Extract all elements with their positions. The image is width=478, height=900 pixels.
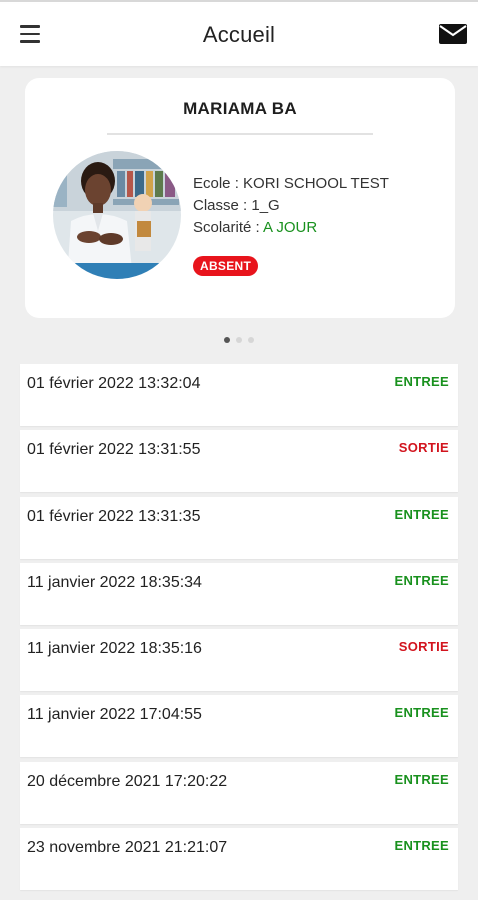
attendance-status: ENTREE: [394, 374, 449, 389]
attendance-date: 01 février 2022 13:32:04: [27, 375, 201, 392]
app-bar: Accueil: [0, 4, 478, 66]
attendance-row[interactable]: 11 janvier 2022 17:04:55 ENTREE: [20, 695, 458, 758]
attendance-date: 23 novembre 2021 21:21:07: [27, 839, 228, 857]
school-name: Ecole : KORI SCHOOL TEST: [193, 175, 389, 192]
attendance-date: 01 février 2022 13:31:35: [27, 507, 201, 525]
attendance-status: ENTREE: [394, 572, 449, 588]
carousel-dot[interactable]: [236, 337, 242, 343]
attendance-status: ENTREE: [394, 771, 449, 787]
student-name: MARIAMA BA: [183, 99, 297, 118]
attendance-date: 20 décembre 2021 17:20:22: [27, 772, 228, 790]
carousel-dot[interactable]: [224, 337, 230, 343]
name-divider: [107, 133, 373, 135]
class-name: Classe : 1_G: [193, 197, 280, 214]
carousel-indicator[interactable]: [0, 337, 478, 343]
attendance-status: SORTIE: [398, 639, 449, 655]
attendance-status: ENTREE: [394, 506, 449, 522]
envelope-icon[interactable]: [438, 22, 468, 46]
carousel-dot[interactable]: [248, 337, 254, 343]
attendance-date: 11 janvier 2022 18:35:16: [27, 640, 202, 658]
tuition-label: Scolarité :: [193, 219, 264, 236]
attendance-date: 11 janvier 2022 17:04:55: [27, 706, 202, 724]
attendance-row[interactable]: 20 décembre 2021 17:20:22 ENTREE: [20, 761, 458, 824]
attendance-status: ENTREE: [394, 705, 449, 721]
attendance-row[interactable]: 01 février 2022 13:31:35 ENTREE: [20, 496, 458, 559]
attendance-list: 01 février 2022 13:32:04 ENTREE 01 févri…: [20, 364, 458, 894]
tuition-status: Scolarité : A JOUR: [193, 217, 389, 239]
attendance-row[interactable]: 01 février 2022 13:31:55 SORTIE: [20, 430, 458, 493]
attendance-status: ENTREE: [394, 838, 449, 854]
student-avatar: [53, 151, 181, 279]
attendance-row[interactable]: 23 novembre 2021 21:21:07 ENTREE: [20, 828, 458, 891]
attendance-status: SORTIE: [398, 440, 449, 456]
presence-badge: ABSENT: [193, 256, 259, 276]
attendance-row[interactable]: 11 janvier 2022 18:35:16 SORTIE: [20, 629, 458, 692]
student-info: Ecole : KORI SCHOOL TEST Classe : 1_G Sc…: [193, 173, 389, 239]
attendance-row[interactable]: 01 février 2022 13:32:04 ENTREE: [20, 364, 458, 426]
tuition-value: A JOUR: [263, 219, 318, 236]
attendance-date: 01 février 2022 13:31:55: [27, 441, 201, 459]
hamburger-menu-icon[interactable]: [20, 25, 42, 45]
attendance-date: 11 janvier 2022 18:35:34: [27, 573, 202, 591]
page-title: Accueil: [202, 22, 276, 47]
attendance-row[interactable]: 11 janvier 2022 18:35:34 ENTREE: [20, 562, 458, 625]
student-card[interactable]: MARIAMA BA Ecole : KORI SCHOOL TEST Clas…: [25, 78, 455, 318]
